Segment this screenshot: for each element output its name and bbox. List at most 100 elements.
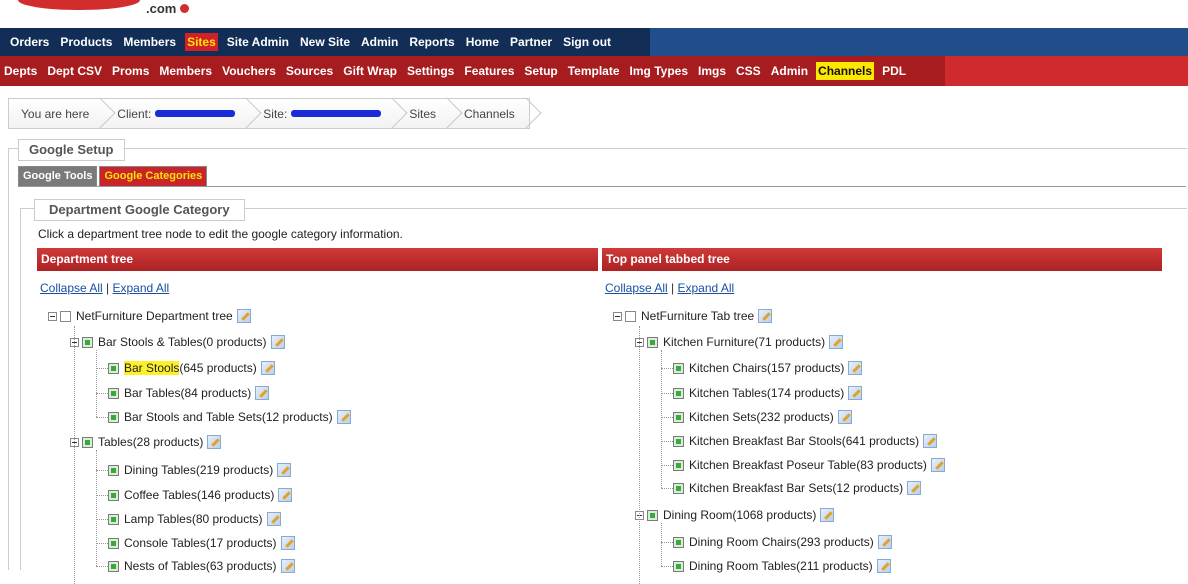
- sub-nav-item-depts[interactable]: Depts: [2, 62, 39, 80]
- edit-icon[interactable]: [907, 481, 922, 495]
- sub-nav-item-sources[interactable]: Sources: [284, 62, 335, 80]
- sub-nav-item-channels[interactable]: Channels: [816, 62, 875, 80]
- main-nav-item-partner[interactable]: Partner: [508, 33, 554, 51]
- main-nav-item-admin[interactable]: Admin: [359, 33, 400, 51]
- tree-item-kitchen-breakfast-bar-stools[interactable]: Kitchen Breakfast Bar Stools (641 produc…: [673, 433, 938, 449]
- logo-dot: [180, 4, 189, 13]
- sub-nav: Depts Dept CSV Proms Members Vouchers Sources…: [0, 56, 1188, 86]
- node-label: Kitchen Sets: [689, 410, 757, 424]
- tab-google-tools[interactable]: Google Tools: [18, 166, 98, 187]
- sub-nav-item-pdl[interactable]: PDL: [880, 62, 908, 80]
- breadcrumb-client[interactable]: Client:: [105, 99, 251, 128]
- edit-icon[interactable]: [877, 535, 892, 549]
- tree-connector: [661, 350, 662, 488]
- edit-icon[interactable]: [278, 488, 293, 502]
- edit-icon[interactable]: [758, 309, 773, 323]
- tree-group-kitchen-furniture[interactable]: Kitchen Furniture (71 products): [635, 334, 844, 350]
- tree-item-dining-room-chairs[interactable]: Dining Room Chairs (293 products): [673, 534, 892, 550]
- edit-icon[interactable]: [848, 386, 863, 400]
- edit-icon[interactable]: [260, 361, 275, 375]
- main-nav-item-reports[interactable]: Reports: [407, 33, 456, 51]
- tree-item-kitchen-tables[interactable]: Kitchen Tables (174 products): [673, 385, 863, 401]
- edit-icon[interactable]: [236, 309, 251, 323]
- sub-nav-item-setup[interactable]: Setup: [522, 62, 559, 80]
- main-nav-item-home[interactable]: Home: [464, 33, 501, 51]
- edit-icon[interactable]: [876, 559, 891, 573]
- sub-nav-item-gift-wrap[interactable]: Gift Wrap: [341, 62, 399, 80]
- edit-icon[interactable]: [270, 335, 285, 349]
- checkbox[interactable]: [625, 310, 636, 322]
- tree-item-bar-tables[interactable]: Bar Tables (84 products): [108, 385, 270, 401]
- tree-item-kitchen-breakfast-bar-sets[interactable]: Kitchen Breakfast Bar Sets (12 products): [673, 480, 922, 496]
- main-nav-item-sign-out[interactable]: Sign out: [561, 33, 613, 51]
- tree-item-kitchen-breakfast-poseur-table[interactable]: Kitchen Breakfast Poseur Table (83 produ…: [673, 457, 945, 473]
- tree-item-console-tables[interactable]: Console Tables (17 products): [108, 535, 295, 551]
- tree-item-kitchen-chairs[interactable]: Kitchen Chairs (157 products): [673, 360, 863, 376]
- main-nav-item-sites[interactable]: Sites: [185, 33, 218, 51]
- tree-group-dining-room[interactable]: Dining Room (1068 products): [635, 507, 835, 523]
- sub-nav-item-settings[interactable]: Settings: [405, 62, 456, 80]
- node-product-count: (157 products): [767, 361, 845, 375]
- breadcrumb-channels[interactable]: Channels: [452, 99, 531, 128]
- edit-icon[interactable]: [923, 434, 938, 448]
- tree-item-kitchen-sets[interactable]: Kitchen Sets (232 products): [673, 409, 852, 425]
- tree-root[interactable]: NetFurniture Department tree: [48, 308, 251, 324]
- sub-nav-item-imgs[interactable]: Imgs: [696, 62, 728, 80]
- edit-icon[interactable]: [266, 512, 281, 526]
- tree-group-tables[interactable]: Tables (28 products): [70, 434, 222, 450]
- edit-icon[interactable]: [930, 458, 945, 472]
- edit-icon[interactable]: [837, 410, 852, 424]
- tree-item-coffee-tables[interactable]: Coffee Tables (146 products): [108, 487, 293, 503]
- expand-all-link[interactable]: Expand All: [113, 281, 170, 295]
- category-status-icon: [108, 489, 119, 501]
- sub-nav-item-members[interactable]: Members: [157, 62, 214, 80]
- main-nav-item-site-admin[interactable]: Site Admin: [225, 33, 291, 51]
- main-nav-item-members[interactable]: Members: [121, 33, 178, 51]
- sub-nav-item-features[interactable]: Features: [462, 62, 516, 80]
- main-nav-item-orders[interactable]: Orders: [8, 33, 51, 51]
- edit-icon[interactable]: [277, 463, 292, 477]
- node-product-count: (71 products): [754, 335, 826, 349]
- collapse-toggle-icon[interactable]: [613, 311, 622, 321]
- tree-root[interactable]: NetFurniture Tab tree: [613, 308, 773, 324]
- node-label: Kitchen Breakfast Bar Stools: [689, 434, 842, 448]
- tree-item-nests-of-tables[interactable]: Nests of Tables (63 products): [108, 558, 295, 574]
- collapse-all-link[interactable]: Collapse All: [605, 281, 668, 295]
- tree-item-bar-stools-and-table-sets[interactable]: Bar Stools and Table Sets (12 products): [108, 409, 351, 425]
- category-status-icon: [673, 560, 684, 572]
- sub-nav-item-template[interactable]: Template: [566, 62, 622, 80]
- sub-nav-item-proms[interactable]: Proms: [110, 62, 151, 80]
- collapse-all-link[interactable]: Collapse All: [40, 281, 103, 295]
- edit-icon[interactable]: [848, 361, 863, 375]
- sub-nav-item-admin[interactable]: Admin: [769, 62, 810, 80]
- tree-item-dining-tables[interactable]: Dining Tables (219 products): [108, 462, 292, 478]
- tree-connector: [96, 450, 97, 566]
- main-nav-item-new-site[interactable]: New Site: [298, 33, 352, 51]
- node-label: Kitchen Chairs: [689, 361, 768, 375]
- tree-group-bar-stools-tables[interactable]: Bar Stools & Tables (0 products): [70, 334, 285, 350]
- breadcrumb-site[interactable]: Site:: [251, 99, 397, 128]
- edit-icon[interactable]: [280, 536, 295, 550]
- node-product-count: (63 products): [205, 559, 277, 573]
- breadcrumb-sites[interactable]: Sites: [397, 99, 452, 128]
- sub-nav-item-img-types[interactable]: Img Types: [628, 62, 690, 80]
- node-label: Dining Room: [663, 508, 733, 522]
- edit-icon[interactable]: [820, 508, 835, 522]
- main-nav-item-products[interactable]: Products: [58, 33, 114, 51]
- collapse-toggle-icon[interactable]: [48, 311, 57, 321]
- checkbox[interactable]: [60, 310, 71, 322]
- tree-item-lamp-tables[interactable]: Lamp Tables (80 products): [108, 511, 281, 527]
- edit-icon[interactable]: [829, 335, 844, 349]
- sub-nav-item-vouchers[interactable]: Vouchers: [220, 62, 278, 80]
- sub-nav-item-css[interactable]: CSS: [734, 62, 763, 80]
- sub-nav-item-dept-csv[interactable]: Dept CSV: [45, 62, 104, 80]
- edit-icon[interactable]: [255, 386, 270, 400]
- node-product-count: (174 products): [766, 386, 845, 400]
- edit-icon[interactable]: [336, 410, 351, 424]
- expand-all-link[interactable]: Expand All: [678, 281, 735, 295]
- tree-item-bar-stools[interactable]: Bar Stools (645 products): [108, 360, 275, 376]
- edit-icon[interactable]: [280, 559, 295, 573]
- tab-google-categories[interactable]: Google Categories: [99, 166, 208, 187]
- tree-item-dining-room-tables[interactable]: Dining Room Tables (211 products): [673, 558, 891, 574]
- edit-icon[interactable]: [207, 435, 222, 449]
